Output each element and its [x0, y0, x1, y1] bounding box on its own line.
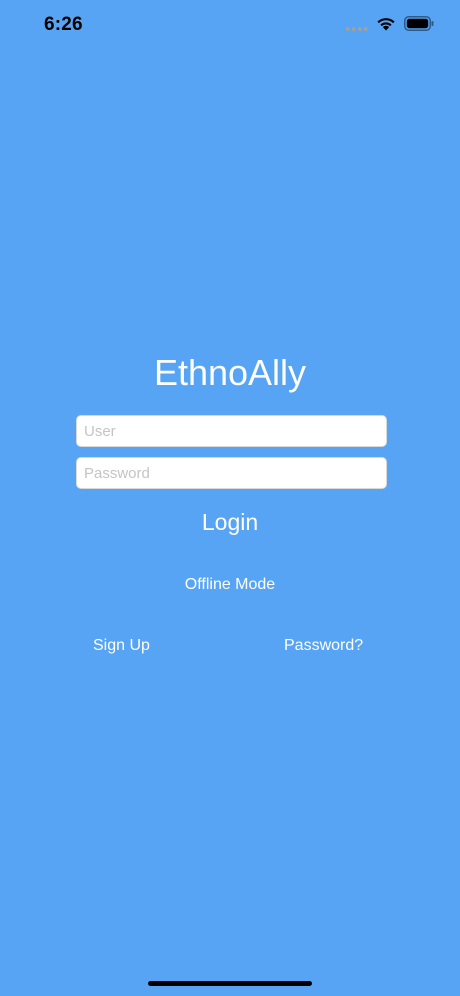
status-time: 6:26: [44, 14, 83, 35]
cellular-signal-icon: [346, 26, 368, 31]
user-input[interactable]: [76, 415, 387, 447]
status-bar: 6:26: [0, 0, 460, 52]
forgot-password-button[interactable]: Password?: [284, 635, 363, 657]
offline-mode-button[interactable]: Offline Mode: [0, 574, 460, 596]
login-button[interactable]: Login: [0, 506, 460, 538]
status-icons: [346, 16, 434, 31]
password-input[interactable]: [76, 457, 387, 489]
wifi-icon: [377, 18, 395, 31]
home-indicator: [148, 981, 312, 986]
battery-icon: [404, 16, 434, 31]
sign-up-button[interactable]: Sign Up: [93, 635, 150, 657]
app-title: EthnoAlly: [153, 352, 307, 393]
